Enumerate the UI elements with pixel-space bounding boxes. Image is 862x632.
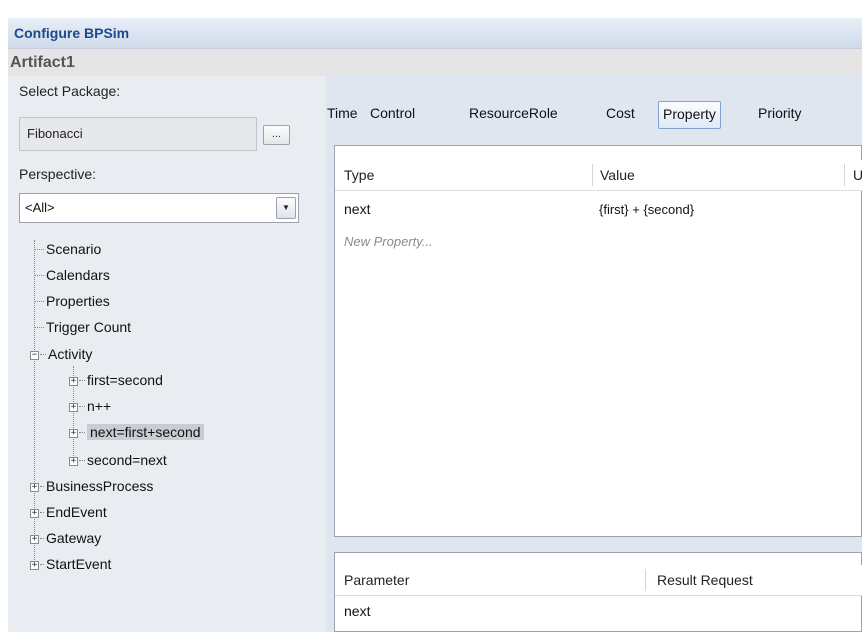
expand-icon[interactable]: +	[30, 534, 39, 544]
tree-item-label: first=second	[87, 372, 163, 388]
tab-resource-role[interactable]: ResourceRole	[469, 100, 558, 126]
tree-item-end-event[interactable]: + EndEvent	[30, 501, 107, 523]
select-package-label: Select Package:	[19, 83, 121, 99]
tree-item-label-selected: next=first+second	[87, 424, 204, 440]
tree-item-activity[interactable]: − Activity	[30, 343, 92, 365]
tree-item-label: Trigger Count	[46, 319, 132, 335]
tab-control[interactable]: Control	[370, 100, 415, 126]
chevron-down-icon[interactable]: ▼	[276, 197, 296, 219]
tree-connector	[79, 460, 85, 462]
tab-cost[interactable]: Cost	[606, 100, 635, 126]
collapse-icon[interactable]: −	[30, 350, 39, 360]
tree-connector	[40, 538, 44, 540]
tree-item-business-process[interactable]: + BusinessProcess	[30, 475, 153, 497]
tree-item-next-first-plus-second[interactable]: + next=first+second	[69, 421, 204, 443]
tree-connector	[34, 327, 44, 329]
artifact-title: Artifact1	[8, 48, 862, 76]
tree-item-properties[interactable]: Properties	[34, 290, 110, 312]
tree-item-label: StartEvent	[46, 556, 112, 572]
tree-item-label: Calendars	[46, 267, 110, 283]
column-header-parameter[interactable]: Parameter	[344, 565, 409, 595]
tab-property[interactable]: Property	[658, 101, 721, 129]
perspective-select-value: <All>	[25, 200, 55, 215]
tree-connector	[40, 486, 44, 488]
tree-item-second-next[interactable]: + second=next	[69, 449, 167, 471]
tree-item-trigger-count[interactable]: Trigger Count	[34, 316, 131, 338]
tree-connector	[34, 275, 44, 277]
expand-icon[interactable]: +	[30, 560, 39, 570]
parameter-row-name[interactable]: next	[344, 603, 370, 619]
tab-time[interactable]: Time	[327, 100, 358, 126]
expand-icon[interactable]: +	[69, 456, 78, 466]
tree-connector	[79, 406, 85, 408]
tree-item-n-increment[interactable]: + n++	[69, 395, 111, 417]
tree-item-label: n++	[87, 398, 112, 414]
tree-item-scenario[interactable]: Scenario	[34, 238, 101, 260]
column-separator[interactable]	[645, 569, 646, 591]
parameter-grid-header: Parameter Result Request	[335, 565, 862, 596]
column-header-type[interactable]: Type	[344, 160, 374, 190]
parameter-grid: Parameter Result Request next	[334, 552, 862, 632]
column-separator[interactable]	[592, 164, 593, 186]
tree-item-label: Properties	[46, 293, 110, 309]
tree-item-calendars[interactable]: Calendars	[34, 264, 110, 286]
perspective-label: Perspective:	[19, 166, 97, 182]
tree-item-first-second[interactable]: + first=second	[69, 369, 163, 391]
tree-connector	[40, 512, 44, 514]
tree-item-label: EndEvent	[46, 504, 107, 520]
new-property-placeholder[interactable]: New Property...	[344, 234, 433, 249]
expand-icon[interactable]: +	[69, 376, 78, 386]
property-row-type[interactable]: next	[344, 201, 370, 217]
property-grid-header: Type Value U	[335, 160, 862, 191]
tree-connector	[34, 301, 44, 303]
tree-item-label: Scenario	[46, 241, 102, 257]
tree-connector	[40, 354, 46, 356]
tree-item-label: second=next	[87, 452, 167, 468]
tree-connector	[79, 380, 85, 382]
column-header-result-request[interactable]: Result Request	[657, 565, 753, 595]
perspective-select[interactable]: <All> ▼	[19, 193, 299, 223]
column-header-value[interactable]: Value	[600, 160, 635, 190]
column-header-unit[interactable]: U	[853, 160, 862, 190]
expand-icon[interactable]: +	[30, 482, 39, 492]
tree-item-label: Gateway	[46, 530, 102, 546]
tree-connector	[79, 432, 85, 434]
tree-connector	[34, 249, 44, 251]
expand-icon[interactable]: +	[69, 402, 78, 412]
expand-icon[interactable]: +	[30, 508, 39, 518]
column-separator[interactable]	[844, 164, 845, 186]
tree-item-gateway[interactable]: + Gateway	[30, 527, 101, 549]
browse-package-button[interactable]: ...	[263, 125, 290, 145]
expand-icon[interactable]: +	[69, 428, 78, 438]
property-row-value[interactable]: {first} + {second}	[599, 202, 694, 217]
tab-priority[interactable]: Priority	[758, 100, 802, 126]
property-grid: Type Value U next {first} + {second} New…	[334, 145, 862, 537]
package-field[interactable]: Fibonacci	[19, 117, 257, 151]
tree-item-start-event[interactable]: + StartEvent	[30, 553, 111, 575]
window-title: Configure BPSim	[8, 18, 862, 48]
tree-item-label: BusinessProcess	[46, 478, 154, 494]
tree-connector	[40, 564, 44, 566]
tree-item-label: Activity	[48, 346, 93, 362]
